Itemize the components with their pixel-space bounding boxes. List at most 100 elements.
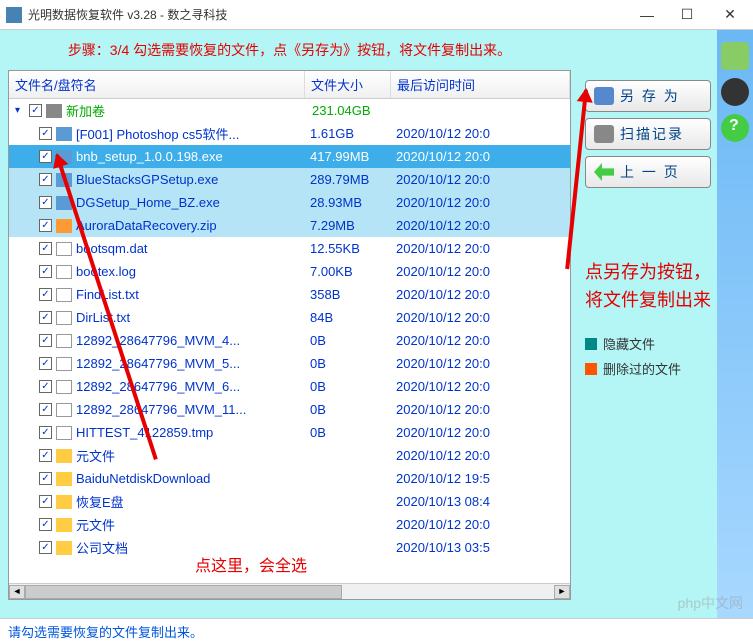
file-icon xyxy=(56,288,72,302)
scan-log-button[interactable]: 扫描记录 xyxy=(585,118,711,150)
file-row[interactable]: AuroraDataRecovery.zip7.29MB2020/10/12 2… xyxy=(9,214,570,237)
file-checkbox[interactable] xyxy=(39,380,52,393)
file-checkbox[interactable] xyxy=(39,150,52,163)
file-checkbox[interactable] xyxy=(39,242,52,255)
app-icon xyxy=(6,7,22,23)
folder-icon xyxy=(56,472,72,486)
callout-save-as: 点另存为按钮，将文件复制出来 xyxy=(585,258,711,314)
legend-deleted-color xyxy=(585,363,597,375)
file-time: 2020/10/13 08:4 xyxy=(394,494,570,509)
file-row[interactable]: [F001] Photoshop cs5软件...1.61GB2020/10/1… xyxy=(9,122,570,145)
file-name: DirList.txt xyxy=(76,310,308,325)
legend: 隐藏文件 删除过的文件 xyxy=(585,334,711,378)
scroll-thumb[interactable] xyxy=(25,585,342,599)
root-name: 新加卷 xyxy=(66,101,310,120)
column-headers: 文件名/盘符名 文件大小 最后访问时间 xyxy=(9,71,570,99)
file-time: 2020/10/12 20:0 xyxy=(394,241,570,256)
scroll-right-button[interactable]: ► xyxy=(554,585,570,599)
file-checkbox[interactable] xyxy=(39,173,52,186)
file-row[interactable]: bootsqm.dat12.55KB2020/10/12 20:0 xyxy=(9,237,570,260)
folder-icon xyxy=(56,518,72,532)
header-name[interactable]: 文件名/盘符名 xyxy=(9,71,305,98)
horizontal-scrollbar[interactable]: ◄ ► xyxy=(9,583,570,599)
save-as-label: 另 存 为 xyxy=(620,86,680,106)
file-checkbox[interactable] xyxy=(39,472,52,485)
header-time[interactable]: 最后访问时间 xyxy=(391,71,570,98)
app-icon xyxy=(56,196,72,210)
tray-column xyxy=(717,30,753,618)
scroll-track[interactable] xyxy=(25,585,554,599)
file-row[interactable]: FindList.txt358B2020/10/12 20:0 xyxy=(9,283,570,306)
file-row[interactable]: BlueStacksGPSetup.exe289.79MB2020/10/12 … xyxy=(9,168,570,191)
file-time: 2020/10/12 20:0 xyxy=(394,218,570,233)
tray-icon-1[interactable] xyxy=(721,42,749,70)
app-icon xyxy=(56,173,72,187)
drive-icon xyxy=(46,104,62,118)
file-row[interactable]: bnb_setup_1.0.0.198.exe417.99MB2020/10/1… xyxy=(9,145,570,168)
file-icon xyxy=(56,357,72,371)
file-icon xyxy=(56,265,72,279)
minimize-button[interactable]: — xyxy=(627,0,667,30)
file-checkbox[interactable] xyxy=(39,541,52,554)
app-icon xyxy=(56,127,72,141)
file-name: AuroraDataRecovery.zip xyxy=(76,218,308,233)
prev-page-button[interactable]: 上 一 页 xyxy=(585,156,711,188)
maximize-button[interactable]: ☐ xyxy=(667,0,707,30)
file-size: 84B xyxy=(308,310,394,325)
side-column: 另 存 为 扫描记录 上 一 页 点另存为按钮，将文件复制出来 隐藏文件 删除过… xyxy=(579,30,717,618)
file-checkbox[interactable] xyxy=(39,449,52,462)
qq-icon[interactable] xyxy=(721,78,749,106)
save-icon xyxy=(594,87,614,105)
close-button[interactable]: ✕ xyxy=(707,0,753,30)
file-checkbox[interactable] xyxy=(39,334,52,347)
file-row[interactable]: 元文件2020/10/12 20:0 xyxy=(9,513,570,536)
app-icon xyxy=(56,150,72,164)
expand-icon[interactable]: ▾ xyxy=(15,105,29,116)
help-icon[interactable] xyxy=(721,114,749,142)
file-size: 7.29MB xyxy=(308,218,394,233)
file-row[interactable]: 12892_28647796_MVM_11...0B2020/10/12 20:… xyxy=(9,398,570,421)
file-row[interactable]: HITTEST_4122859.tmp0B2020/10/12 20:0 xyxy=(9,421,570,444)
file-row[interactable]: 恢复E盘 2020/10/13 08:4 xyxy=(9,490,570,513)
file-row[interactable]: DirList.txt84B2020/10/12 20:0 xyxy=(9,306,570,329)
file-size: 0B xyxy=(308,333,394,348)
file-row[interactable]: DGSetup_Home_BZ.exe28.93MB2020/10/12 20:… xyxy=(9,191,570,214)
root-checkbox[interactable] xyxy=(29,104,42,117)
file-checkbox[interactable] xyxy=(39,518,52,531)
file-checkbox[interactable] xyxy=(39,311,52,324)
file-size: 28.93MB xyxy=(308,195,394,210)
zip-icon xyxy=(56,219,72,233)
file-checkbox[interactable] xyxy=(39,196,52,209)
file-time: 2020/10/12 19:5 xyxy=(394,471,570,486)
file-checkbox[interactable] xyxy=(39,426,52,439)
file-checkbox[interactable] xyxy=(39,495,52,508)
scan-log-label: 扫描记录 xyxy=(620,124,684,144)
callout-select-all: 点这里，会全选 xyxy=(195,552,307,576)
file-name: FindList.txt xyxy=(76,287,308,302)
file-checkbox[interactable] xyxy=(39,288,52,301)
file-name: [F001] Photoshop cs5软件... xyxy=(76,124,308,143)
folder-icon xyxy=(56,449,72,463)
file-time: 2020/10/12 20:0 xyxy=(394,517,570,532)
file-row[interactable]: bootex.log7.00KB2020/10/12 20:0 xyxy=(9,260,570,283)
file-name: 恢复E盘 xyxy=(76,492,308,511)
file-checkbox[interactable] xyxy=(39,357,52,370)
root-row[interactable]: ▾ 新加卷 231.04GB xyxy=(9,99,570,122)
folder-icon xyxy=(56,495,72,509)
step-instruction: 步骤：3/4 勾选需要恢复的文件，点《另存为》按钮，将文件复制出来。 xyxy=(8,40,571,60)
file-row[interactable]: BaiduNetdiskDownload2020/10/12 19:5 xyxy=(9,467,570,490)
file-row[interactable]: 12892_28647796_MVM_5...0B2020/10/12 20:0 xyxy=(9,352,570,375)
file-checkbox[interactable] xyxy=(39,127,52,140)
file-row[interactable]: 12892_28647796_MVM_6...0B2020/10/12 20:0 xyxy=(9,375,570,398)
file-row[interactable]: 元文件2020/10/12 20:0 xyxy=(9,444,570,467)
scroll-left-button[interactable]: ◄ xyxy=(9,585,25,599)
legend-hidden: 隐藏文件 xyxy=(585,334,711,353)
header-size[interactable]: 文件大小 xyxy=(305,71,391,98)
file-checkbox[interactable] xyxy=(39,403,52,416)
file-checkbox[interactable] xyxy=(39,219,52,232)
file-checkbox[interactable] xyxy=(39,265,52,278)
save-as-button[interactable]: 另 存 为 xyxy=(585,80,711,112)
file-list[interactable]: ▾ 新加卷 231.04GB [F001] Photoshop cs5软件...… xyxy=(9,99,570,583)
file-name: bootsqm.dat xyxy=(76,241,308,256)
file-row[interactable]: 12892_28647796_MVM_4...0B2020/10/12 20:0 xyxy=(9,329,570,352)
